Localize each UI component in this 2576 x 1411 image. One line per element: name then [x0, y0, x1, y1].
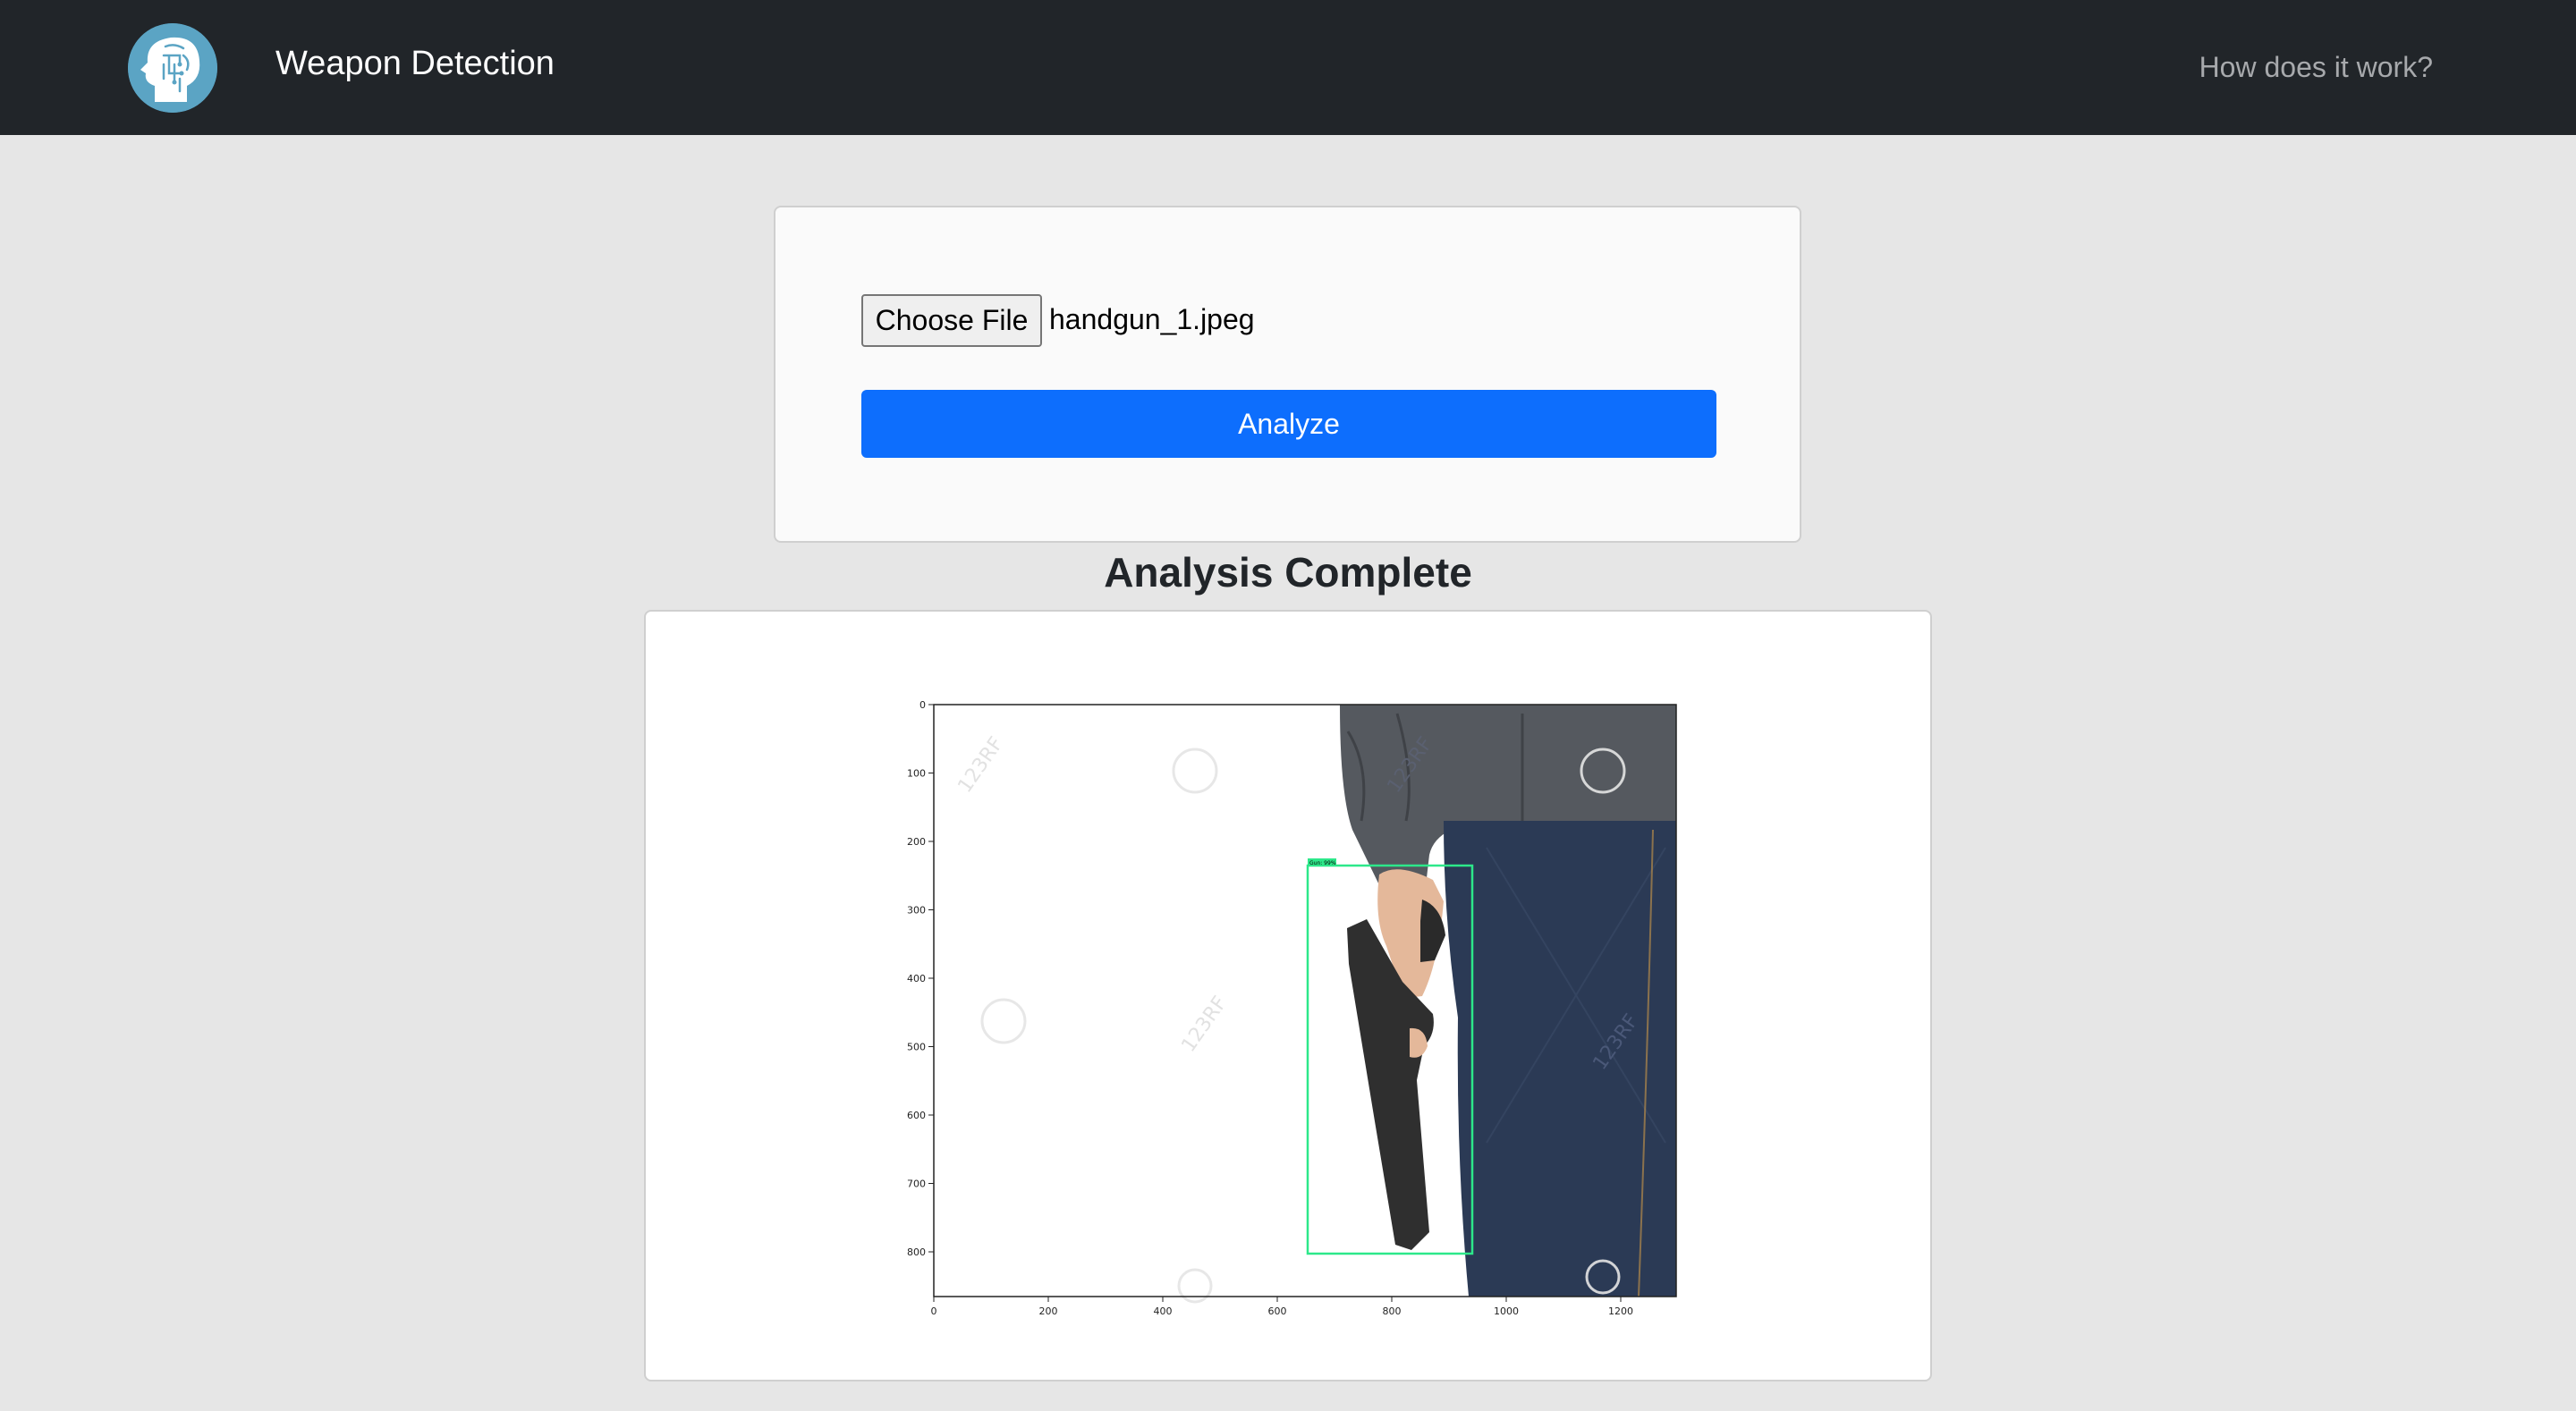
- selected-file-name: handgun_1.jpeg: [1049, 303, 1255, 335]
- photo-area: 123RF 123RF 123RF 123RF: [934, 705, 1676, 1304]
- x-tick-label: 800: [1383, 1305, 1402, 1317]
- x-tick-label: 0: [931, 1305, 937, 1317]
- how-it-works-link[interactable]: How does it work?: [2199, 51, 2433, 84]
- x-tick-label: 200: [1039, 1305, 1058, 1317]
- y-tick-label: 500: [907, 1042, 926, 1053]
- y-tick-label: 300: [907, 905, 926, 917]
- y-tick-label: 400: [907, 973, 926, 984]
- y-tick-label: 100: [907, 768, 926, 780]
- x-tick-label: 1000: [1494, 1305, 1519, 1317]
- analyze-button[interactable]: Analyze: [861, 390, 1716, 458]
- y-tick-label: 200: [907, 836, 926, 848]
- choose-file-button[interactable]: Choose File: [861, 294, 1042, 347]
- x-tick-label: 400: [1154, 1305, 1173, 1317]
- result-card: 123RF 123RF 123RF 123RF Gun: 99% 0 100 2…: [644, 610, 1932, 1381]
- brand-title[interactable]: Weapon Detection: [275, 45, 555, 83]
- detection-label: Gun: 99%: [1309, 860, 1336, 866]
- x-tick-label: 600: [1268, 1305, 1287, 1317]
- upload-card: Choose File handgun_1.jpeg Analyze: [774, 206, 1801, 543]
- x-axis: 0 200 400 600 800 1000 1200: [931, 1297, 1633, 1317]
- brain-head-logo-icon[interactable]: [128, 23, 217, 113]
- navbar: Weapon Detection How does it work?: [0, 0, 2576, 135]
- y-tick-label: 700: [907, 1179, 926, 1190]
- x-tick-label: 1200: [1608, 1305, 1633, 1317]
- y-tick-label: 800: [907, 1246, 926, 1258]
- detection-result-image: 123RF 123RF 123RF 123RF Gun: 99% 0 100 2…: [907, 699, 1677, 1317]
- analysis-heading: Analysis Complete: [1104, 549, 1472, 596]
- y-tick-label: 0: [919, 699, 926, 711]
- y-tick-label: 600: [907, 1110, 926, 1121]
- y-axis: 0 100 200 300 400 500 600 700 800: [907, 699, 934, 1258]
